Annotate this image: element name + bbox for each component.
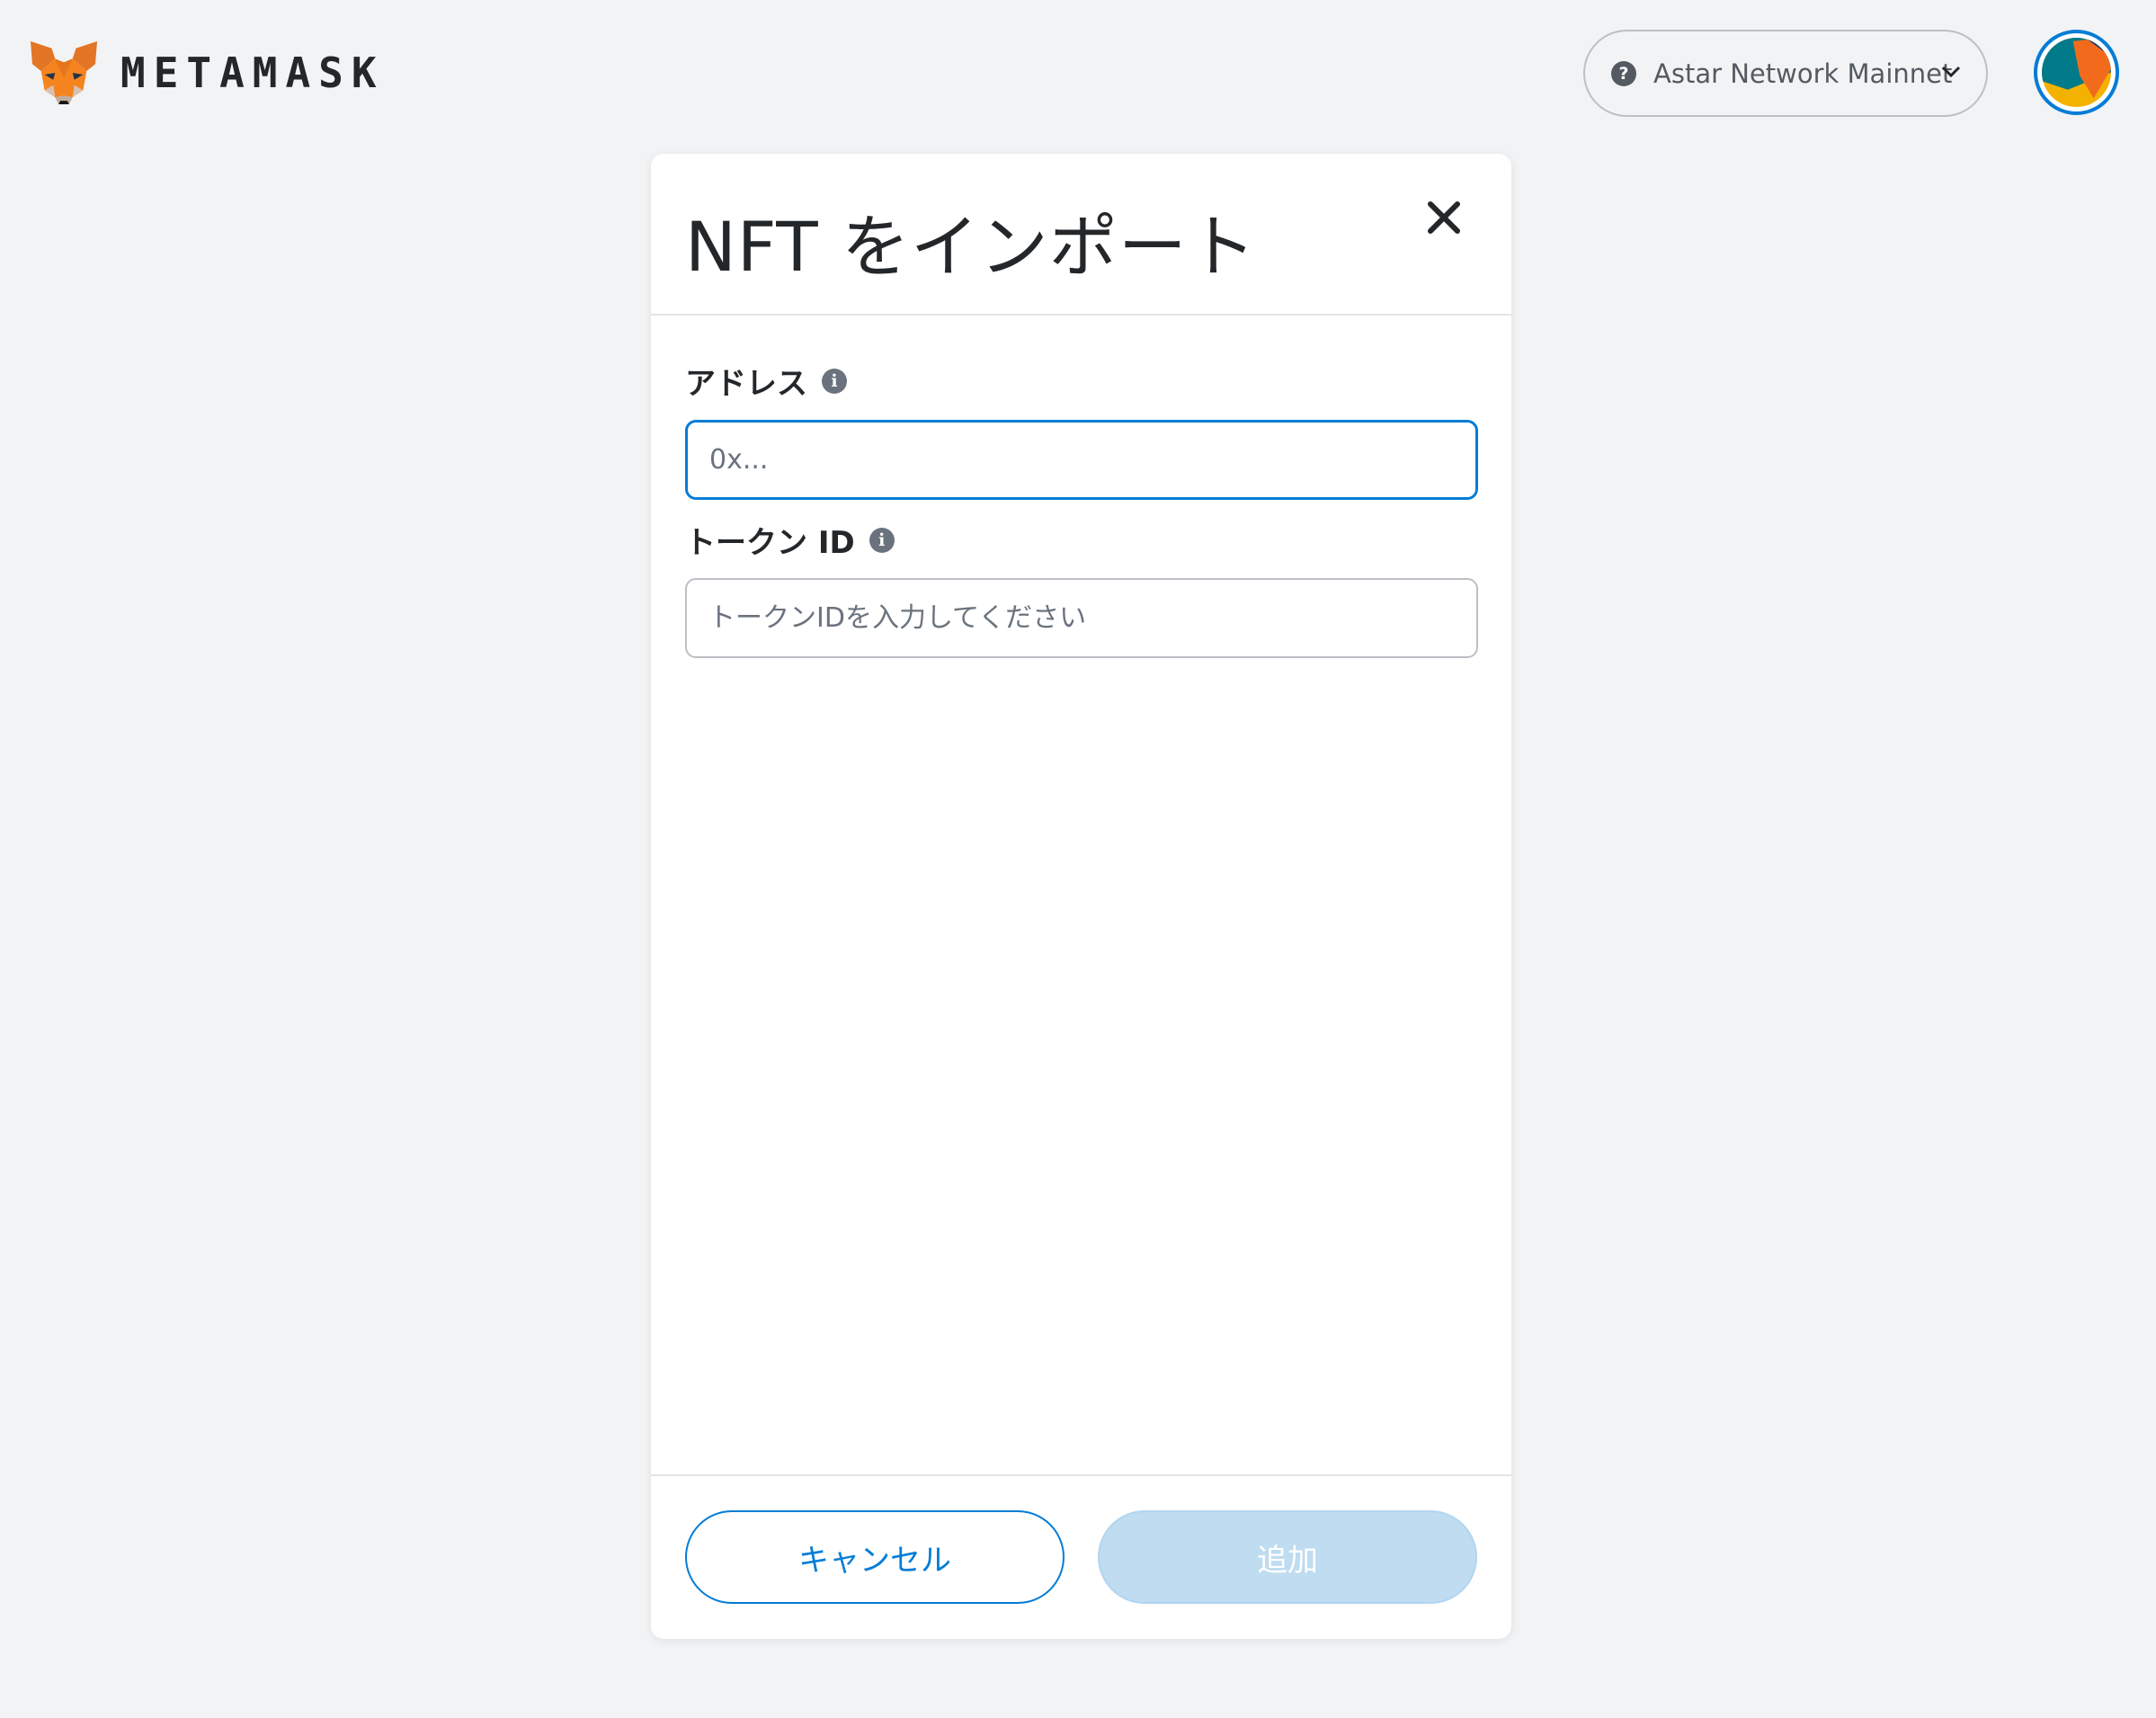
metamask-logo[interactable]: METAMASK (29, 40, 385, 106)
token-id-input[interactable] (685, 578, 1478, 658)
network-selector[interactable]: ? Astar Network Mainnet (1583, 30, 1988, 117)
modal-title: NFT をインポート (685, 207, 1257, 287)
cancel-button[interactable]: キャンセル (685, 1510, 1065, 1604)
modal-footer: キャンセル 追加 (651, 1474, 1511, 1639)
fox-icon (31, 40, 97, 105)
avatar-identicon (2042, 38, 2111, 107)
token-id-label-text: トークン ID (685, 525, 855, 561)
info-icon[interactable]: i (822, 368, 847, 394)
top-bar: METAMASK ? Astar Network Mainnet (0, 0, 2156, 148)
account-avatar[interactable] (2034, 30, 2119, 115)
network-name: Astar Network Mainnet (1653, 58, 1953, 89)
question-mark-icon: ? (1611, 60, 1636, 86)
address-input[interactable] (685, 420, 1478, 500)
close-icon[interactable] (1421, 195, 1466, 240)
address-label-text: アドレス (685, 366, 807, 402)
modal-header: NFT をインポート (651, 154, 1511, 316)
add-button[interactable]: 追加 (1098, 1510, 1477, 1604)
brand-name: METAMASK (120, 49, 385, 97)
address-label: アドレス i (685, 359, 847, 403)
info-icon[interactable]: i (869, 527, 895, 553)
token-id-label: トークン ID i (685, 518, 895, 562)
import-nft-modal: NFT をインポート アドレス i トークン ID i キャンセル 追加 (651, 154, 1511, 1639)
chevron-down-icon (1941, 66, 1961, 78)
